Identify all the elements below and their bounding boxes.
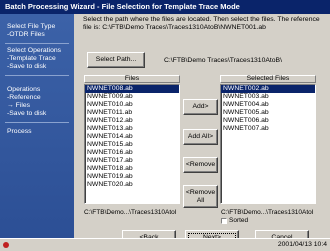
sorted-label: Sorted <box>229 217 249 224</box>
files-list-item[interactable]: NWNET011.ab <box>85 109 179 117</box>
window-title: Batch Processing Wizard - File Selection… <box>0 0 330 14</box>
files-list-item[interactable]: NWNET012.ab <box>85 117 179 125</box>
instructions-line: file is: C:\FTB\Demo Traces\Traces1310At… <box>83 24 266 31</box>
files-list-item[interactable]: NWNET016.ab <box>85 149 179 157</box>
files-list-item[interactable]: NWNET010.ab <box>85 101 179 109</box>
selected-list-item[interactable]: NWNET003.ab <box>221 93 315 101</box>
step-select-operations: Select Operations -Template Trace -Save … <box>7 47 61 71</box>
status-bar: 2001/04/13 10:4 <box>0 238 330 251</box>
step-line: -OTDR Files <box>7 31 45 38</box>
selected-column-header: Selected Files <box>220 75 316 83</box>
instructions: Select the path where the files are loca… <box>83 16 327 32</box>
status-time: 2001/04/13 10:4 <box>277 241 327 248</box>
step-line: -Reference <box>7 94 41 101</box>
files-list-item[interactable]: NWNET019.ab <box>85 173 179 181</box>
status-indicator-icon <box>3 242 9 248</box>
selected-list-item[interactable]: NWNET005.ab <box>221 109 315 117</box>
step-select-file-type: Select File Type -OTDR Files <box>7 23 55 39</box>
files-list-item[interactable]: NWNET009.ab <box>85 93 179 101</box>
files-list[interactable]: NWNET008.ab NWNET009.ab NWNET010.ab NWNET01… <box>84 84 180 204</box>
selected-files-list[interactable]: NWNET002.ab NWNET003.ab NWNET004.ab NWNET00… <box>220 84 316 204</box>
step-line: Select File Type <box>7 23 56 30</box>
add-all-button[interactable]: Add All> <box>183 129 218 145</box>
remove-all-label: <Remove <box>185 188 216 196</box>
files-list-item[interactable]: NWNET020.ab <box>85 181 179 189</box>
checkbox-box[interactable] <box>221 217 227 224</box>
selected-list-item[interactable]: NWNET004.ab <box>221 101 315 109</box>
wizard-steps-sidebar: Select File Type -OTDR Files Select Oper… <box>0 14 74 238</box>
files-path: C:\FTB\Demo...\Traces1310AtoI <box>84 209 177 216</box>
files-list-item[interactable]: NWNET013.ab <box>85 125 179 133</box>
add-button[interactable]: Add> <box>183 99 218 115</box>
step-line: Operations <box>7 86 41 93</box>
step-line: -Template Trace <box>7 55 56 62</box>
files-list-item[interactable]: NWNET018.ab <box>85 165 179 173</box>
current-path: C:\FTB\Demo Traces\Traces1310AtoB\ <box>164 57 282 64</box>
files-list-item[interactable]: NWNET017.ab <box>85 157 179 165</box>
select-path-button[interactable]: Select Path... <box>87 52 145 68</box>
sorted-checkbox[interactable]: Sorted <box>221 217 248 224</box>
files-column-header: Files <box>84 75 180 83</box>
files-list-item[interactable]: NWNET014.ab <box>85 133 179 141</box>
selected-path: C:\FTB\Demo...\Traces1310AtoI <box>221 209 314 216</box>
step-line: -Save to disk <box>7 63 47 70</box>
remove-all-button[interactable]: <Remove All <box>183 185 218 208</box>
step-line-current: → Files <box>7 102 31 109</box>
instructions-line: Select the path where the files are loca… <box>83 16 320 23</box>
step-line: Select Operations <box>7 47 62 54</box>
step-process: Process <box>7 128 32 136</box>
step-line: Process <box>7 128 32 135</box>
selected-list-item[interactable]: NWNET007.ab <box>221 125 315 133</box>
remove-button[interactable]: <Remove <box>183 157 218 173</box>
selected-list-item[interactable]: NWNET002.ab <box>221 85 315 93</box>
step-divider <box>5 43 69 44</box>
main-panel: Select the path where the files are loca… <box>74 14 330 245</box>
step-line: -Save to disk <box>7 110 47 117</box>
selected-list-item[interactable]: NWNET006.ab <box>221 117 315 125</box>
files-list-item[interactable]: NWNET015.ab <box>85 141 179 149</box>
step-divider <box>5 122 69 123</box>
step-divider <box>5 75 69 76</box>
remove-all-label: All <box>196 196 205 204</box>
files-list-item[interactable]: NWNET008.ab <box>85 85 179 93</box>
step-operations: Operations -Reference → Files -Save to d… <box>7 86 46 118</box>
